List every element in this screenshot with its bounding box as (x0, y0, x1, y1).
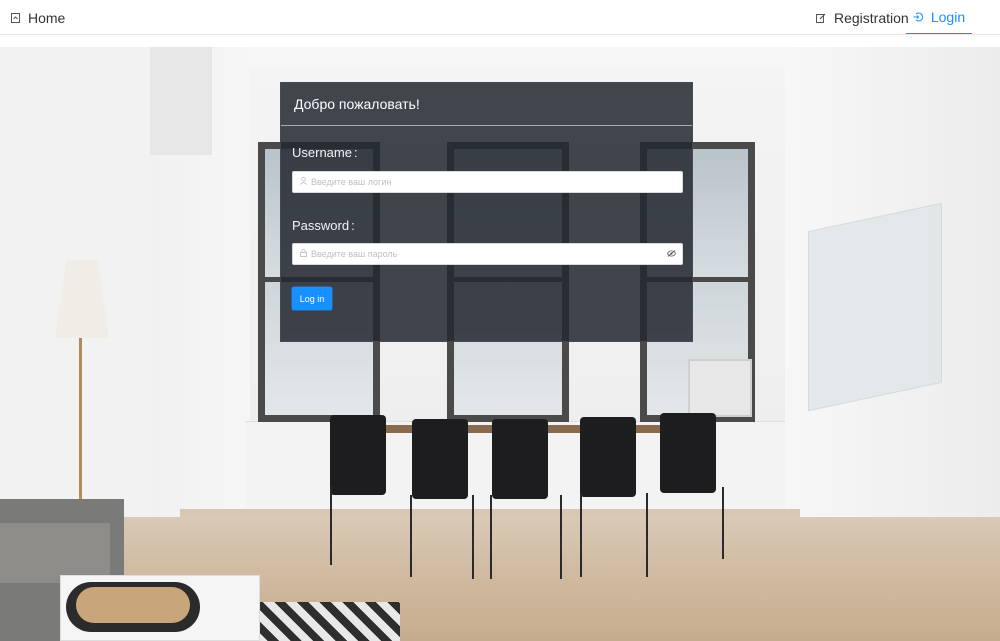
eye-invisible-icon[interactable] (667, 249, 676, 260)
password-field[interactable] (292, 243, 683, 265)
nav-divider (0, 34, 1000, 35)
glass-board (808, 202, 942, 412)
password-input[interactable] (311, 249, 651, 259)
chair (412, 419, 468, 499)
chair (492, 419, 548, 499)
login-card-title: Добро пожаловать! (294, 96, 420, 112)
chair (330, 415, 386, 495)
login-card: Добро пожаловать! Username: Password: Lo… (280, 82, 693, 342)
username-input[interactable] (311, 177, 651, 187)
nav-registration-label: Registration (834, 9, 909, 26)
chair (580, 417, 636, 497)
login-icon (913, 9, 923, 25)
password-label: Password: (292, 218, 355, 233)
username-label: Username: (292, 145, 358, 160)
lock-icon (300, 249, 307, 259)
edit-form-icon (816, 10, 826, 26)
user-icon (300, 177, 307, 187)
nav-home[interactable]: Home (11, 0, 65, 35)
nav-login-label: Login (930, 8, 966, 25)
chair (660, 413, 716, 493)
nav-home-label: Home (28, 9, 66, 26)
air-conditioner (688, 359, 752, 417)
nav-login[interactable]: Login (906, 0, 972, 35)
home-icon (11, 10, 20, 26)
login-card-header: Добро пожаловать! (281, 83, 692, 126)
username-field[interactable] (292, 171, 683, 193)
login-button[interactable]: Log in (292, 287, 332, 310)
top-nav: Home Registration Login (0, 0, 1000, 47)
nav-registration[interactable]: Registration (816, 0, 909, 35)
